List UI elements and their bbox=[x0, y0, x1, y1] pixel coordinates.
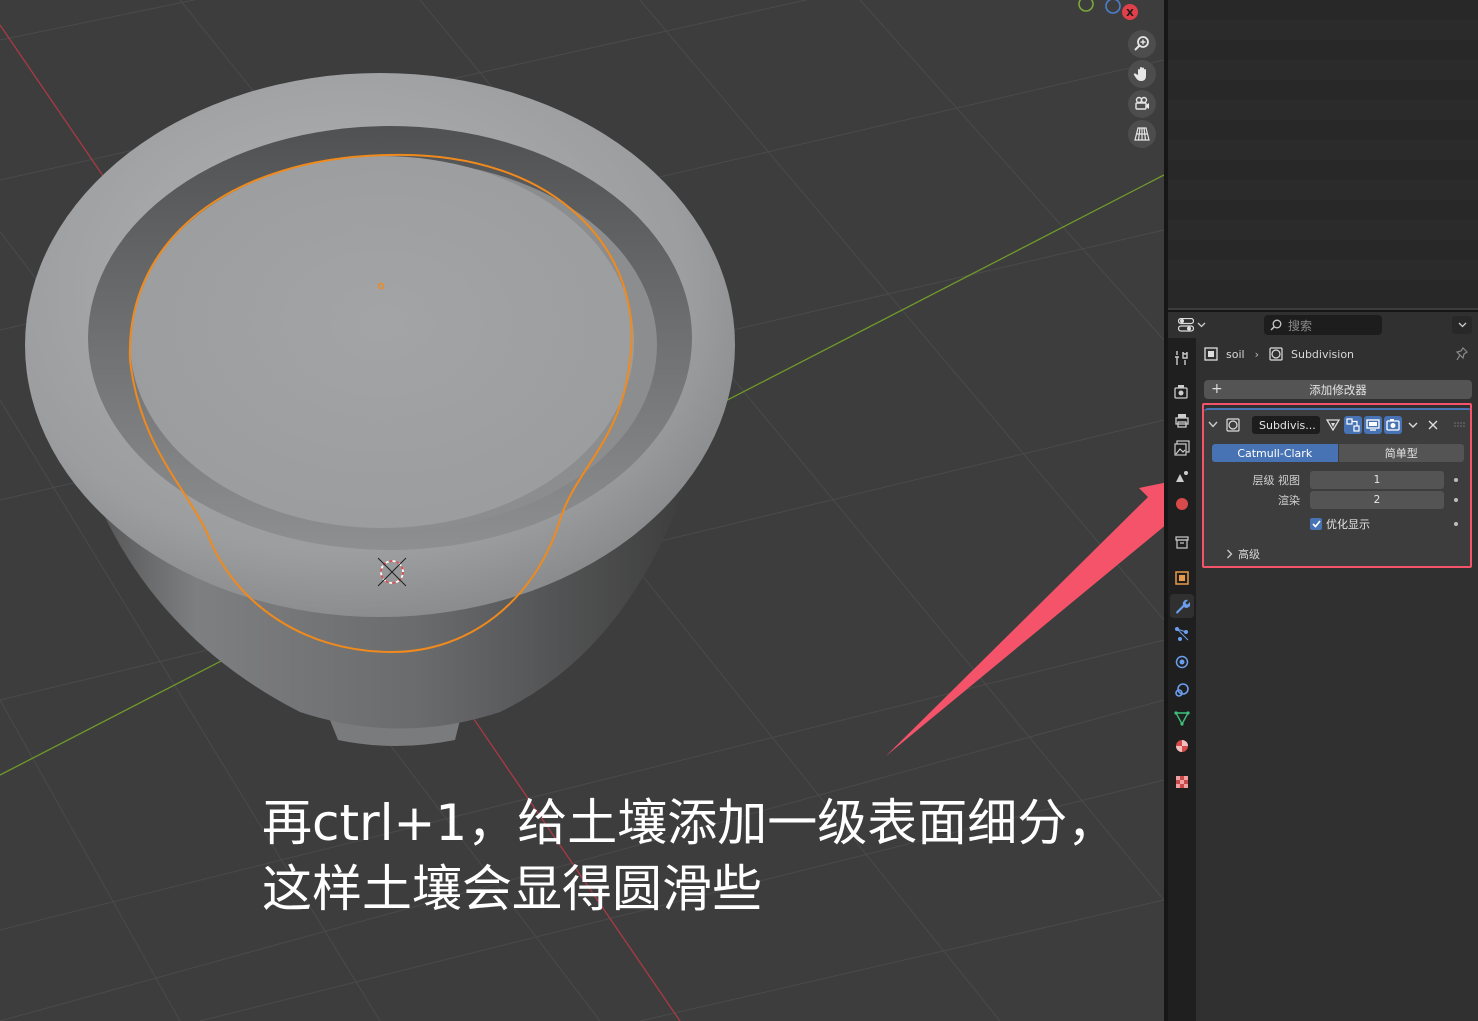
material-sphere-icon bbox=[1176, 740, 1188, 752]
wrench-icon bbox=[1176, 599, 1190, 614]
outliner-row bbox=[1168, 220, 1478, 240]
tab-physics[interactable] bbox=[1170, 650, 1194, 674]
chevron-down-icon bbox=[1458, 322, 1466, 328]
subdivision-modifier-icon bbox=[1269, 347, 1283, 361]
breadcrumb-object[interactable]: soil bbox=[1226, 348, 1245, 361]
outliner-row bbox=[1168, 20, 1478, 40]
breadcrumb: soil › Subdivision bbox=[1204, 344, 1354, 364]
mesh-data-icon bbox=[1174, 711, 1190, 726]
tab-view-layer[interactable] bbox=[1170, 436, 1194, 460]
constraint-icon bbox=[1175, 683, 1189, 697]
scene-icon bbox=[1176, 471, 1188, 482]
object-square-icon bbox=[1204, 347, 1218, 361]
tab-world[interactable] bbox=[1170, 492, 1194, 516]
physics-orbit-icon bbox=[1175, 655, 1189, 669]
tab-data[interactable] bbox=[1170, 706, 1194, 730]
properties-tab-bar bbox=[1168, 338, 1196, 1021]
tab-object[interactable] bbox=[1170, 566, 1194, 590]
pin-icon[interactable] bbox=[1456, 347, 1468, 361]
tab-modifier[interactable] bbox=[1170, 594, 1194, 618]
world-icon bbox=[1176, 498, 1188, 510]
outliner-area[interactable] bbox=[1168, 0, 1478, 308]
tool-icon bbox=[1175, 351, 1188, 365]
tab-output[interactable] bbox=[1170, 408, 1194, 432]
breadcrumb-modifier[interactable]: Subdivision bbox=[1291, 348, 1354, 361]
search-placeholder: 搜索 bbox=[1288, 318, 1313, 333]
tab-material[interactable] bbox=[1170, 734, 1194, 758]
caption-line-1: 再ctrl+1，给土壤添加一级表面细分， bbox=[262, 794, 1118, 852]
caption-line-2: 这样土壤会显得圆滑些 bbox=[262, 860, 762, 918]
particles-icon bbox=[1175, 627, 1189, 641]
tab-render[interactable] bbox=[1170, 380, 1194, 404]
tutorial-caption: 再ctrl+1，给土壤添加一级表面细分， 这样土壤会显得圆滑些 bbox=[262, 790, 1117, 922]
search-icon bbox=[1270, 319, 1282, 331]
object-square-icon bbox=[1175, 571, 1189, 585]
3d-viewport[interactable]: X 再ctrl+1，给土壤添加一级表面细分， 这样土壤会显得圆滑些 bbox=[0, 0, 1164, 1021]
properties-header: 搜索 bbox=[1168, 310, 1478, 338]
tab-collection[interactable] bbox=[1170, 530, 1194, 554]
outliner-row bbox=[1168, 180, 1478, 200]
add-modifier-label: 添加修改器 bbox=[1309, 382, 1367, 397]
tab-scene[interactable] bbox=[1170, 464, 1194, 488]
tab-particles[interactable] bbox=[1170, 622, 1194, 646]
collection-box-icon bbox=[1175, 536, 1189, 549]
outliner-row bbox=[1168, 260, 1478, 280]
options-dropdown[interactable] bbox=[1452, 316, 1472, 334]
image-stack-icon bbox=[1174, 440, 1190, 456]
printer-icon bbox=[1175, 414, 1189, 428]
tab-constraints[interactable] bbox=[1170, 678, 1194, 702]
search-input[interactable]: 搜索 bbox=[1264, 315, 1382, 335]
properties-editor-icon bbox=[1178, 318, 1194, 332]
chevron-down-icon bbox=[1197, 322, 1206, 328]
texture-checker-icon bbox=[1176, 776, 1188, 788]
editor-type-dropdown[interactable] bbox=[1178, 316, 1208, 334]
outliner-row bbox=[1168, 140, 1478, 160]
add-modifier-button[interactable]: + 添加修改器 bbox=[1204, 380, 1472, 399]
tab-tool[interactable] bbox=[1170, 346, 1194, 370]
render-camera-icon bbox=[1174, 385, 1188, 399]
outliner-row bbox=[1168, 60, 1478, 80]
tab-texture[interactable] bbox=[1170, 770, 1194, 794]
plus-icon: + bbox=[1211, 381, 1223, 397]
outliner-row bbox=[1168, 100, 1478, 120]
annotation-highlight-box bbox=[1202, 403, 1472, 568]
breadcrumb-separator-icon: › bbox=[1254, 347, 1259, 361]
